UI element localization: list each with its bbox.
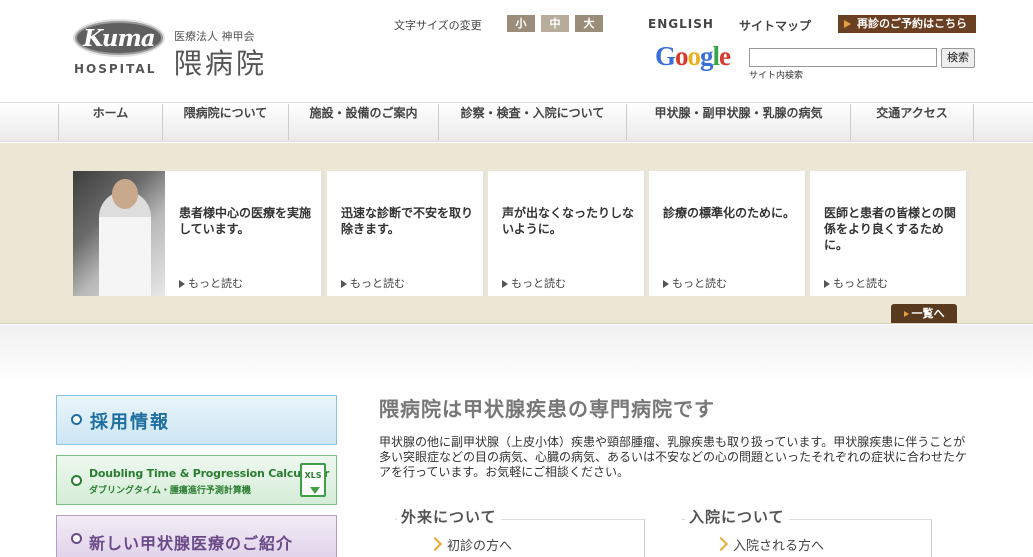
site-search-input[interactable] xyxy=(749,48,937,67)
feature-card[interactable]: 声が出なくなったりしないように。 もっと読む xyxy=(488,171,647,296)
xls-label: XLS xyxy=(304,471,322,480)
read-more-link[interactable]: もっと読む xyxy=(502,275,566,291)
doctor-head xyxy=(112,179,138,209)
recruitment-button[interactable]: 採用情報 xyxy=(56,395,337,445)
banner-shadow xyxy=(0,325,1033,385)
new-thyroid-treatment-button[interactable]: 新しい甲状腺医療のご紹介 xyxy=(56,515,337,557)
read-more-link[interactable]: もっと読む xyxy=(179,275,243,291)
card-text: 診療の標準化のために。 xyxy=(663,206,796,220)
hospital-logo[interactable]: Kuma HOSPITAL 医療法人 神甲会 隈病院 xyxy=(57,8,287,96)
xls-download-icon: XLS xyxy=(300,463,326,497)
read-more-label: もっと読む xyxy=(672,277,727,290)
sitemap-link[interactable]: サイトマップ xyxy=(739,17,811,34)
search-scope-label: サイト内検索 xyxy=(749,71,804,81)
triangle-right-icon xyxy=(502,280,508,288)
nav-facilities[interactable]: 施設・設備のご案内 xyxy=(288,104,438,140)
logo-mark: Kuma xyxy=(83,25,155,52)
google-logo: Google xyxy=(655,41,731,71)
triangle-right-icon xyxy=(663,280,669,288)
card-text: 迅速な診断で不安を取り除きます。 xyxy=(341,206,474,236)
page-heading: 隈病院は甲状腺疾患の専門病院です xyxy=(379,397,715,421)
outpatient-heading: 外来について xyxy=(397,506,501,527)
chevron-right-icon xyxy=(713,536,729,552)
nav-diseases[interactable]: 甲状腺・副甲状腺・乳腺の病気 xyxy=(626,104,850,140)
logo-hospital-name: 隈病院 xyxy=(174,47,268,80)
read-more-label: もっと読む xyxy=(188,277,243,290)
logo-subtitle: HOSPITAL xyxy=(74,62,157,76)
nav-about-hospital[interactable]: 隈病院について xyxy=(162,104,288,140)
read-more-link[interactable]: もっと読む xyxy=(341,275,405,291)
doubling-time-calculator-button[interactable]: Doubling Time & Progression Calculator ダ… xyxy=(56,455,337,505)
inpatient-heading: 入院について xyxy=(685,506,789,527)
intro-text: 甲状腺の他に副甲状腺（上皮小体）疾患や頸部腫瘤、乳腺疾患も取り扱っています。甲状… xyxy=(379,435,968,479)
first-visit-label: 初診の方へ xyxy=(447,539,513,554)
view-all-label: 一覧へ xyxy=(911,307,945,320)
calculator-subtitle: ダブリングタイム・腫瘍進行予測計算機 xyxy=(89,486,251,496)
read-more-label: もっと読む xyxy=(833,277,888,290)
triangle-right-icon xyxy=(179,280,185,288)
new-treatment-label: 新しい甲状腺医療のご紹介 xyxy=(89,534,294,553)
read-more-label: もっと読む xyxy=(511,277,566,290)
feature-card[interactable]: 医師と患者の皆様との関係をより良くするために。 もっと読む xyxy=(810,171,969,296)
admission-link[interactable]: 入院される方へ xyxy=(713,535,825,554)
nav-examination[interactable]: 診察・検査・入院について xyxy=(438,104,626,140)
doctor-photo xyxy=(73,171,165,296)
admission-label: 入院される方へ xyxy=(733,539,825,554)
nav-access[interactable]: 交通アクセス xyxy=(850,104,974,140)
search-button[interactable]: 検索 xyxy=(941,48,975,68)
arrow-right-icon xyxy=(844,20,851,28)
read-more-link[interactable]: もっと読む xyxy=(824,275,888,291)
card-text: 医師と患者の皆様との関係をより良くするために。 xyxy=(824,206,956,252)
read-more-label: もっと読む xyxy=(350,277,405,290)
revisit-reservation-button[interactable]: 再診のご予約はこちら xyxy=(838,15,976,33)
reservation-label: 再診のご予約はこちら xyxy=(857,17,967,30)
download-arrow-icon xyxy=(310,487,320,494)
feature-card[interactable]: 迅速な診断で不安を取り除きます。 もっと読む xyxy=(327,171,486,296)
chevron-right-icon xyxy=(427,536,443,552)
first-visit-link[interactable]: 初診の方へ xyxy=(427,535,513,554)
card-text: 声が出なくなったりしないように。 xyxy=(502,206,635,236)
view-all-button[interactable]: 一覧へ xyxy=(891,304,957,323)
recruitment-label: 採用情報 xyxy=(90,412,170,433)
triangle-right-icon xyxy=(341,280,347,288)
nav-home[interactable]: ホーム xyxy=(58,104,162,140)
bullet-circle-icon xyxy=(71,475,82,486)
font-size-medium-button[interactable]: 中 xyxy=(541,15,569,32)
bullet-circle-icon xyxy=(71,533,82,544)
bullet-circle-icon xyxy=(71,414,82,425)
english-link[interactable]: ENGLISH xyxy=(648,17,714,31)
calculator-title: Doubling Time & Progression Calculator xyxy=(89,467,330,480)
card-text: 患者様中心の医療を実施しています。 xyxy=(179,206,312,236)
triangle-right-icon xyxy=(824,280,830,288)
font-size-label: 文字サイズの変更 xyxy=(394,19,482,32)
feature-card[interactable]: 診療の標準化のために。 もっと読む xyxy=(649,171,808,296)
arrow-right-icon xyxy=(903,311,909,317)
font-size-small-button[interactable]: 小 xyxy=(507,15,535,32)
read-more-link[interactable]: もっと読む xyxy=(663,275,727,291)
feature-card[interactable]: 患者様中心の医療を実施しています。 もっと読む xyxy=(165,171,324,296)
font-size-large-button[interactable]: 大 xyxy=(575,15,603,32)
